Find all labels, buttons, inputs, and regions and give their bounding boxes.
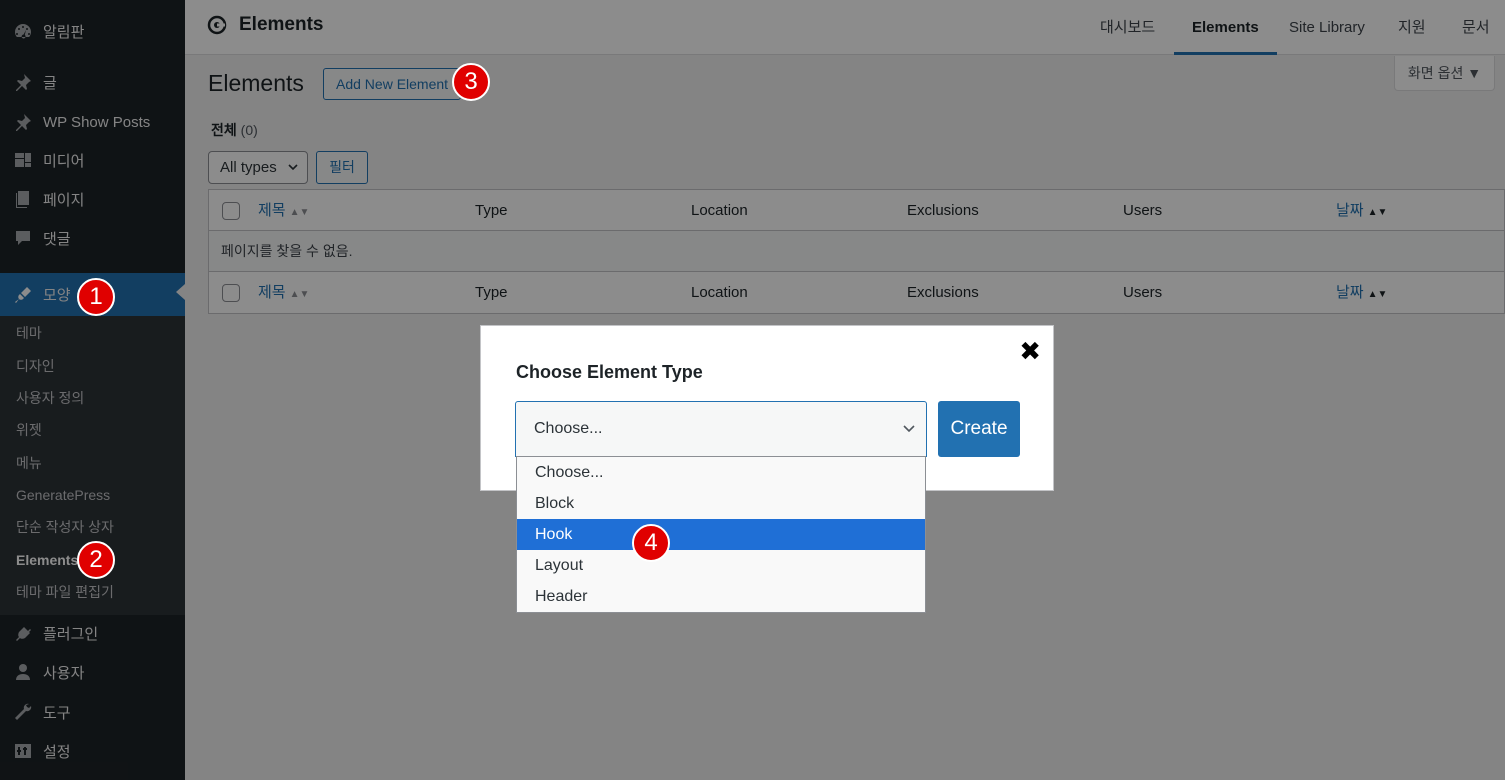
element-type-options: Choose... Block Hook Layout Header (516, 456, 926, 613)
close-icon[interactable]: ✖ (1019, 336, 1041, 367)
create-button[interactable]: Create (938, 401, 1020, 457)
dialog-title: Choose Element Type (516, 362, 703, 382)
option-block[interactable]: Block (517, 488, 925, 519)
option-layout[interactable]: Layout (517, 550, 925, 581)
element-type-select[interactable]: Choose... (515, 401, 927, 457)
option-hook[interactable]: Hook (517, 519, 925, 550)
step-marker-4: 4 (632, 524, 670, 562)
step-marker-2: 2 (77, 541, 115, 579)
step-marker-3: 3 (452, 63, 490, 101)
option-header[interactable]: Header (517, 581, 925, 612)
option-choose[interactable]: Choose... (517, 457, 925, 488)
element-type-select-value: Choose... (534, 420, 603, 437)
step-marker-1: 1 (77, 278, 115, 316)
